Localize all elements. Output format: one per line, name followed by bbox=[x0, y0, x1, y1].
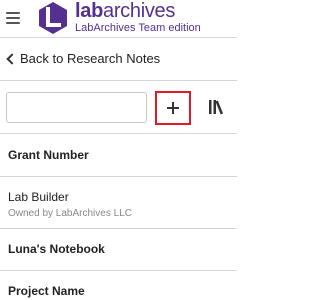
add-notebook-button[interactable] bbox=[155, 91, 191, 125]
brand-name-light: archives bbox=[103, 0, 176, 22]
list-item-lunas-notebook[interactable]: Luna's Notebook bbox=[0, 229, 237, 271]
plus-icon bbox=[167, 102, 179, 114]
brand-name-bold: lab bbox=[75, 0, 103, 22]
list-item-title: Lab Builder bbox=[8, 190, 69, 204]
list-item-lab-builder[interactable]: Lab Builder Owned by LabArchives LLC bbox=[0, 177, 237, 229]
back-to-research-notes-link[interactable]: Back to Research Notes bbox=[0, 39, 237, 81]
search-toolbar bbox=[0, 82, 237, 134]
list-item-project-name[interactable]: Project Name bbox=[0, 271, 237, 300]
list-item-title: Project Name bbox=[8, 284, 85, 298]
app-header: labarchives LabArchives Team edition bbox=[0, 0, 237, 38]
list-item-owner: Owned by LabArchives LLC bbox=[8, 208, 132, 219]
search-input[interactable] bbox=[6, 92, 147, 123]
list-item-title: Luna's Notebook bbox=[8, 242, 105, 256]
notebook-list: Grant Number Lab Builder Owned by LabArc… bbox=[0, 135, 237, 300]
hamburger-icon[interactable] bbox=[6, 12, 20, 24]
library-icon[interactable] bbox=[208, 98, 226, 116]
list-item-grant-number[interactable]: Grant Number bbox=[0, 135, 237, 177]
brand: labarchives LabArchives Team edition bbox=[75, 0, 201, 35]
chevron-left-icon bbox=[6, 53, 18, 65]
labarchives-logo-icon[interactable] bbox=[36, 1, 70, 35]
brand-name: labarchives bbox=[75, 0, 201, 22]
list-item-title: Grant Number bbox=[8, 148, 89, 162]
back-label: Back to Research Notes bbox=[20, 51, 161, 66]
edition-label: LabArchives Team edition bbox=[75, 22, 201, 34]
